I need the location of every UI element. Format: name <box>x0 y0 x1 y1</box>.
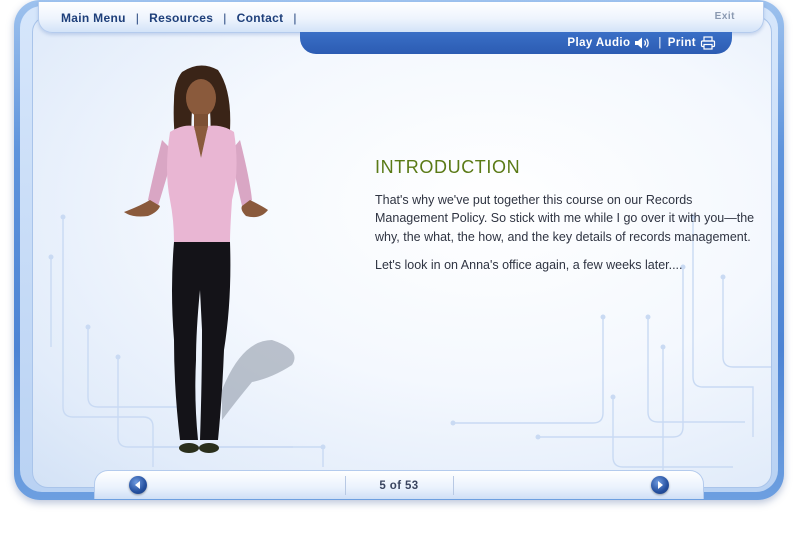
nav-separator: | <box>223 11 227 25</box>
play-audio-label: Play Audio <box>567 37 631 49</box>
intro-paragraph: Let's look in on Anna's office again, a … <box>375 258 683 273</box>
contact-link[interactable]: Contact <box>237 11 284 25</box>
print-button[interactable]: Print <box>668 36 716 50</box>
print-label: Print <box>667 37 696 49</box>
arrow-left-icon <box>135 481 140 489</box>
resources-link[interactable]: Resources <box>149 11 213 25</box>
nav-separator: | <box>135 11 140 25</box>
pager-divider <box>453 476 454 495</box>
page-title: INTRODUCTION <box>375 157 521 177</box>
utility-controls: Play Audio | Print <box>567 36 716 50</box>
utility-separator: | <box>658 37 662 49</box>
printer-icon <box>700 36 716 50</box>
play-audio-button[interactable]: Play Audio <box>567 36 652 50</box>
bottom-pager-bar: 5 of 53 <box>94 470 704 499</box>
page-counter: 5 of 53 <box>379 480 419 492</box>
utility-bar: Play Audio | Print <box>300 32 732 54</box>
next-page-button[interactable] <box>651 476 669 494</box>
nav-separator: | <box>293 11 297 25</box>
main-nav: Main Menu | Resources | Contact | <box>61 11 307 25</box>
exit-button[interactable]: Exit <box>715 11 735 22</box>
presenter-figure <box>124 65 295 453</box>
main-menu-link[interactable]: Main Menu <box>61 11 126 25</box>
previous-page-button[interactable] <box>129 476 147 494</box>
intro-paragraph: That's why we've put together this cours… <box>375 193 755 244</box>
speaker-icon <box>635 37 650 49</box>
arrow-right-icon <box>658 481 663 489</box>
intro-text: That's why we've put together this cours… <box>375 191 755 285</box>
pager-divider <box>345 476 346 495</box>
top-nav-bar: Main Menu | Resources | Contact | Exit <box>38 2 764 33</box>
